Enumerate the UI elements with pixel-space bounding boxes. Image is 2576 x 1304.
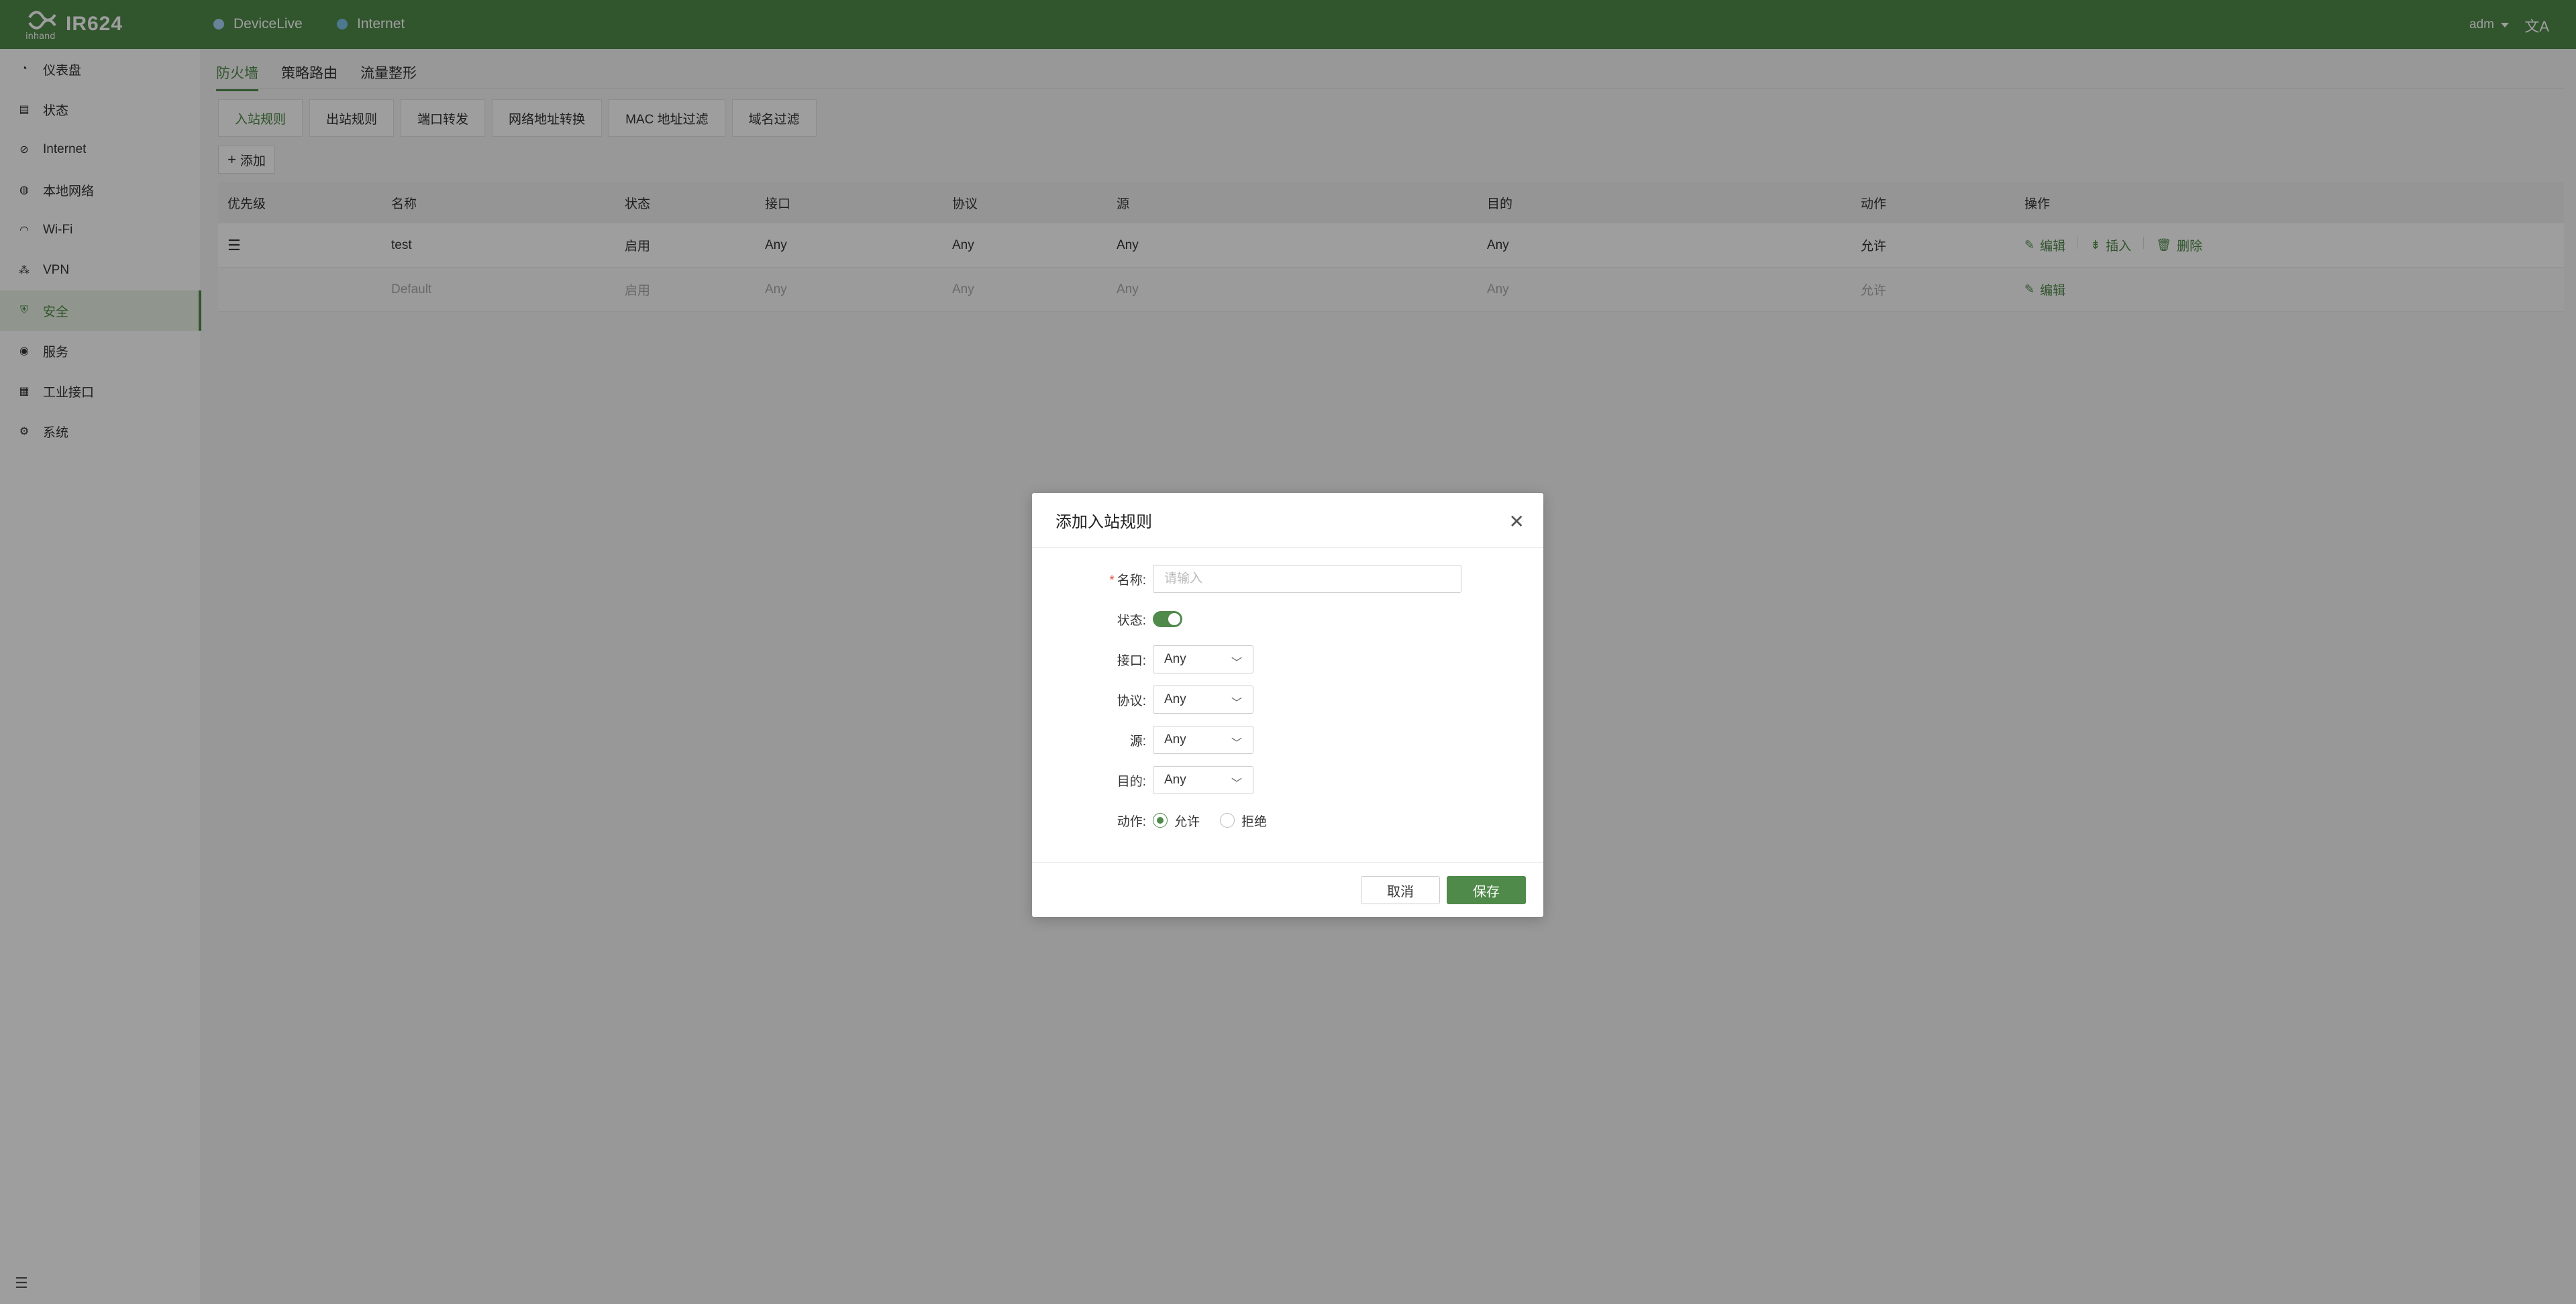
interface-select[interactable]: Any ﹀ [1153,645,1253,673]
destination-select[interactable]: Any ﹀ [1153,766,1253,794]
name-control [1153,565,1461,593]
select-value: Any [1164,732,1186,747]
dialog-header: 添加入站规则 [1032,493,1543,548]
label-text: 名称: [1117,573,1146,588]
form-row-destination: 目的: Any ﹀ [1032,765,1543,795]
radio-label-deny[interactable]: 拒绝 [1241,812,1267,830]
protocol-select[interactable]: Any ﹀ [1153,686,1253,714]
form-row-source: 源: Any ﹀ [1032,725,1543,755]
action-label: 动作: [1117,814,1146,829]
source-select[interactable]: Any ﹀ [1153,726,1253,754]
dialog-title: 添加入站规则 [1055,513,1152,531]
dialog-footer: 取消 保存 [1032,862,1543,917]
chevron-down-icon: ﹀ [1231,698,1242,709]
form-row-action: 动作: 允许 拒绝 [1032,806,1543,835]
interface-control: Any ﹀ [1153,645,1253,673]
radio-label-allow[interactable]: 允许 [1174,812,1200,830]
status-label: 状态: [1117,613,1146,628]
select-value: Any [1164,652,1186,666]
form-row-status: 状态: [1032,604,1543,634]
close-icon[interactable]: ✕ [1509,510,1525,533]
status-toggle[interactable] [1153,611,1182,627]
chevron-down-icon: ﹀ [1231,657,1242,669]
form-row-interface: 接口: Any ﹀ [1032,645,1543,674]
select-value: Any [1164,692,1186,706]
form-row-name: * 名称: [1032,564,1543,594]
cancel-button[interactable]: 取消 [1361,876,1440,904]
select-value: Any [1164,773,1186,787]
protocol-label: 协议: [1117,694,1146,708]
destination-control: Any ﹀ [1153,766,1253,794]
chevron-down-icon: ﹀ [1231,778,1242,790]
chevron-down-icon: ﹀ [1231,738,1242,749]
destination-label: 目的: [1117,774,1146,789]
name-label: * 名称: [1032,570,1146,588]
source-control: Any ﹀ [1153,726,1253,754]
action-radio-group: 允许 拒绝 [1153,812,1287,830]
protocol-control: Any ﹀ [1153,686,1253,714]
form-row-protocol: 协议: Any ﹀ [1032,685,1543,714]
radio-deny[interactable] [1220,813,1235,828]
status-control [1153,611,1182,627]
required-mark: * [1109,573,1115,588]
source-label: 源: [1129,734,1146,749]
name-input[interactable] [1153,565,1461,593]
radio-allow[interactable] [1153,813,1168,828]
interface-label: 接口: [1117,653,1146,668]
toggle-knob [1168,613,1180,625]
save-button[interactable]: 保存 [1447,876,1526,904]
add-inbound-rule-dialog: 添加入站规则 ✕ *名称: 状态: 接口: Any ﹀ 协议: Any ﹀ [1032,493,1543,917]
